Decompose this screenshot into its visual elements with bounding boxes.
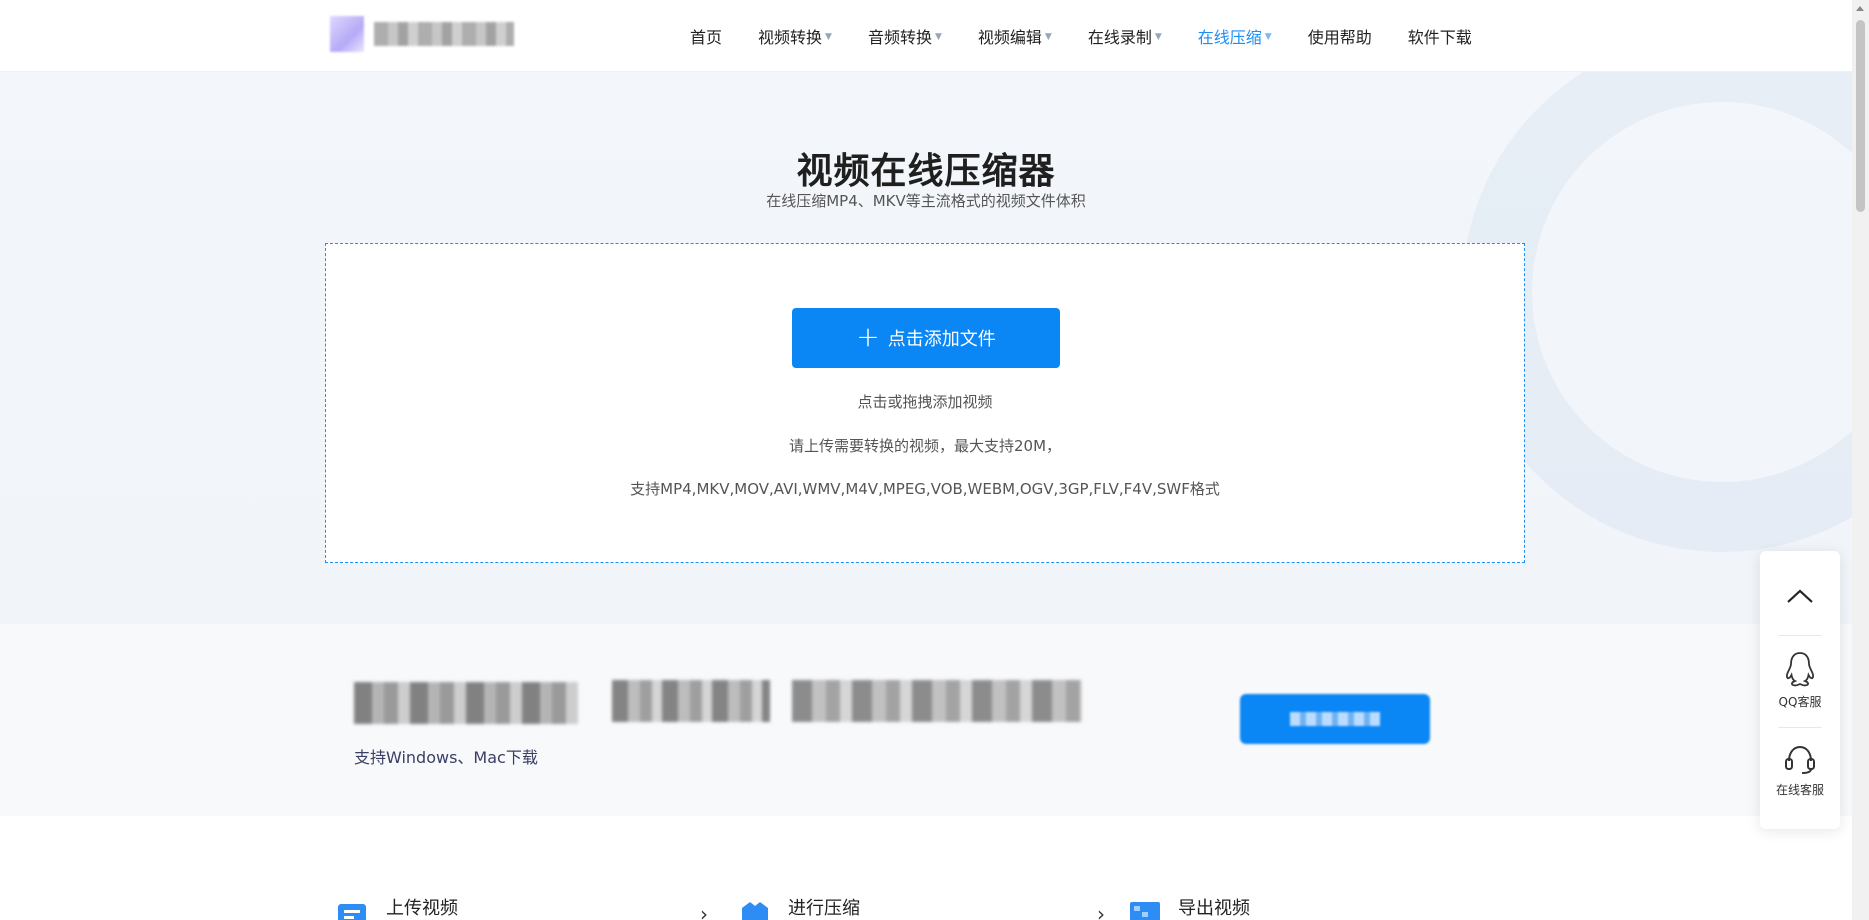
step-label: 导出视频 — [1178, 898, 1250, 919]
caret-down-icon: ▼ — [1044, 32, 1052, 42]
download-banner: 支持Windows、Mac下载 — [0, 624, 1852, 816]
download-button[interactable] — [1240, 694, 1430, 744]
banner-heading-blurred — [354, 682, 578, 724]
nav-item-label: 视频转换 — [758, 28, 823, 47]
panel-divider — [1778, 727, 1822, 728]
nav-item-download[interactable]: 软件下载 — [1408, 24, 1472, 48]
step-arrow-icon: › — [1097, 902, 1105, 920]
page-title: 视频在线压缩器 — [796, 151, 1056, 192]
back-to-top-button[interactable] — [1760, 571, 1840, 621]
chevron-up-icon — [1787, 589, 1813, 603]
nav-item-label: 使用帮助 — [1307, 28, 1372, 47]
banner-heading-blurred — [612, 680, 770, 722]
logo-mark-icon — [330, 16, 364, 52]
panel-divider — [1778, 635, 1822, 636]
download-button-label-blurred — [1290, 712, 1380, 726]
nav-item-label: 软件下载 — [1407, 28, 1472, 47]
caret-down-icon: ▼ — [825, 32, 832, 42]
scrollbar-thumb[interactable] — [1856, 20, 1865, 212]
nav-item-label: 音频转换 — [867, 28, 932, 47]
nav-item-label: 在线压缩 — [1197, 28, 1262, 47]
online-service-button[interactable]: 在线客服 — [1760, 743, 1840, 798]
nav-item-help[interactable]: 使用帮助 — [1308, 24, 1372, 48]
upload-formats: 支持MP4,MKV,MOV,AVI,WMV,M4V,MPEG,VOB,WEBM,… — [630, 480, 1220, 498]
upload-size-limit: 请上传需要转换的视频，最大支持20M， — [788, 437, 1062, 455]
export-video-icon — [1130, 902, 1160, 920]
compress-icon — [742, 902, 768, 920]
steps-section: 上传视频 › 进行压缩 › 导出视频 — [0, 816, 1852, 920]
step-label: 上传视频 — [386, 898, 458, 919]
nav-item-video-edit[interactable]: 视频编辑 ▼ — [978, 24, 1052, 48]
caret-down-icon: ▼ — [1264, 32, 1272, 42]
floating-service-panel: QQ客服 在线客服 — [1760, 551, 1840, 829]
site-header: 首页 视频转换 ▼ 音频转换 ▼ 视频编辑 ▼ 在线录制 ▼ 在线压缩 ▼ 使用… — [0, 0, 1852, 72]
online-service-label: 在线客服 — [1775, 783, 1824, 797]
nav-item-online-record[interactable]: 在线录制 ▼ — [1088, 24, 1162, 48]
hero-section: 视频在线压缩器 在线压缩MP4、MKV等主流格式的视频文件体积 + 点击添加文件… — [0, 72, 1852, 624]
plus-icon: + — [856, 320, 880, 353]
qq-penguin-icon — [1786, 652, 1814, 687]
step-arrow-icon: › — [700, 902, 708, 920]
qq-service-label: QQ客服 — [1778, 695, 1822, 709]
step-label: 进行压缩 — [788, 898, 860, 919]
headset-icon — [1785, 745, 1815, 774]
step-compress: 进行压缩 — [738, 896, 860, 920]
nav-item-label: 在线录制 — [1087, 28, 1152, 47]
step-upload: 上传视频 — [336, 896, 458, 920]
page-subtitle: 在线压缩MP4、MKV等主流格式的视频文件体积 — [766, 192, 1086, 210]
nav-item-audio-convert[interactable]: 音频转换 ▼ — [868, 24, 942, 48]
banner-platform-note: 支持Windows、Mac下载 — [354, 748, 538, 767]
upload-hint: 点击或拖拽添加视频 — [857, 393, 993, 411]
logo-text-blurred — [374, 22, 514, 46]
nav-item-home[interactable]: 首页 — [690, 24, 722, 48]
nav-item-label: 首页 — [690, 28, 723, 47]
banner-heading-blurred — [792, 680, 1082, 722]
caret-down-icon: ▼ — [934, 32, 942, 42]
nav-item-online-compress[interactable]: 在线压缩 ▼ — [1198, 24, 1272, 48]
site-logo[interactable] — [330, 16, 522, 52]
add-file-label: 点击添加文件 — [887, 329, 996, 350]
add-file-button[interactable]: + 点击添加文件 — [792, 308, 1060, 368]
caret-down-icon: ▼ — [1154, 32, 1162, 42]
upload-dropzone[interactable]: + 点击添加文件 点击或拖拽添加视频 请上传需要转换的视频，最大支持20M， 支… — [325, 243, 1525, 563]
nav-item-video-convert[interactable]: 视频转换 ▼ — [758, 24, 832, 48]
nav-item-label: 视频编辑 — [977, 28, 1042, 47]
qq-service-button[interactable]: QQ客服 — [1760, 651, 1840, 710]
scroll-up-icon[interactable] — [1856, 6, 1864, 11]
page-scrollbar[interactable] — [1852, 0, 1869, 920]
step-export: 导出视频 — [1128, 896, 1250, 920]
upload-video-icon — [338, 904, 366, 920]
main-nav: 首页 视频转换 ▼ 音频转换 ▼ 视频编辑 ▼ 在线录制 ▼ 在线压缩 ▼ 使用… — [690, 0, 1508, 72]
